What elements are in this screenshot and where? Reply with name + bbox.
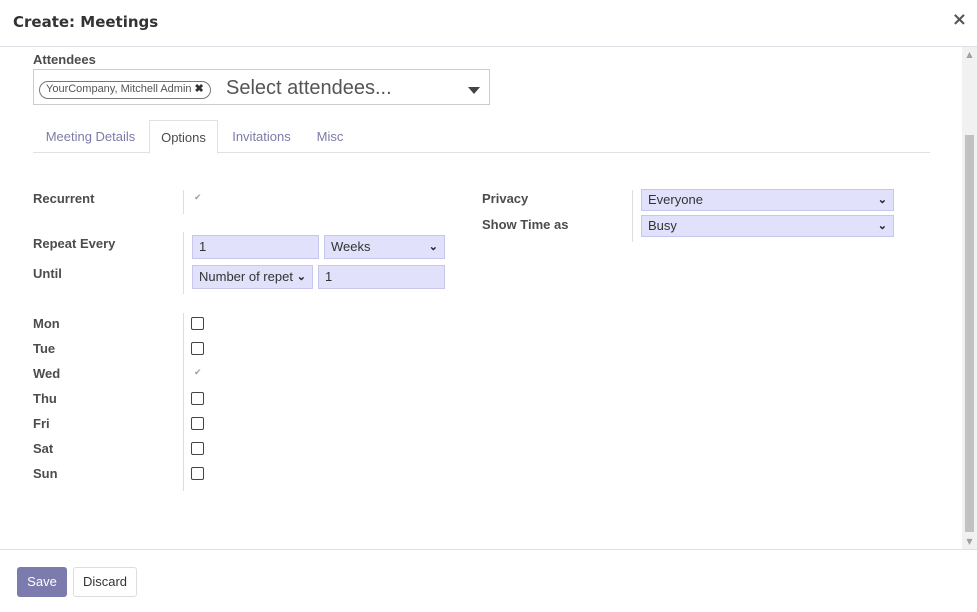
separator bbox=[183, 190, 184, 214]
weekday-checkbox-thu[interactable] bbox=[191, 392, 204, 405]
weekday-label-sat: Sat bbox=[33, 441, 54, 456]
repeat-interval-input[interactable]: 1 bbox=[192, 235, 319, 259]
attendees-field[interactable]: YourCompany, Mitchell Admin ✖ bbox=[33, 69, 490, 105]
chevron-down-icon: ⌄ bbox=[877, 194, 887, 206]
modal-header: Create: Meetings × bbox=[0, 0, 977, 47]
weekday-checkbox-wed[interactable]: ✔ bbox=[194, 368, 202, 378]
modal-body: Attendees YourCompany, Mitchell Admin✖ M… bbox=[0, 47, 977, 549]
weekday-checkbox-sun[interactable] bbox=[191, 467, 204, 480]
weekday-label-wed: Wed bbox=[33, 366, 61, 381]
attendee-tag: YourCompany, Mitchell Admin ✖ bbox=[39, 81, 211, 99]
chevron-down-icon: ⌄ bbox=[428, 241, 438, 253]
separator bbox=[183, 232, 184, 294]
until-label: Until bbox=[33, 266, 62, 281]
show-time-as-label: Show Time as bbox=[482, 217, 569, 232]
separator bbox=[632, 190, 633, 242]
scrollbar[interactable]: ▲ ▼ bbox=[962, 47, 977, 549]
recurrent-checkbox[interactable]: ✔ bbox=[194, 193, 202, 203]
show-time-as-select[interactable]: Busy ⌄ bbox=[641, 215, 894, 237]
weekday-label-sun: Sun bbox=[33, 466, 58, 481]
until-mode-value: Number of repet bbox=[199, 269, 293, 284]
weekday-checkbox-tue[interactable] bbox=[191, 342, 204, 355]
modal-footer: Save Discard bbox=[0, 549, 977, 612]
recurrent-label: Recurrent bbox=[33, 191, 95, 206]
scroll-up-icon[interactable]: ▲ bbox=[962, 47, 977, 62]
privacy-select[interactable]: Everyone ⌄ bbox=[641, 189, 894, 211]
scroll-down-icon[interactable]: ▼ bbox=[962, 534, 977, 549]
weekday-checkbox-mon[interactable] bbox=[191, 317, 204, 330]
weekday-label-mon: Mon bbox=[33, 316, 60, 331]
show-time-as-value: Busy bbox=[648, 218, 677, 233]
privacy-value: Everyone bbox=[648, 192, 703, 207]
tab-meeting-details[interactable]: Meeting Details bbox=[33, 120, 148, 153]
save-button[interactable]: Save bbox=[17, 567, 67, 597]
attendees-search-input[interactable] bbox=[226, 75, 456, 101]
repeat-every-label: Repeat Every bbox=[33, 236, 116, 251]
chevron-down-icon: ⌄ bbox=[296, 271, 306, 283]
chevron-down-icon: ⌄ bbox=[877, 220, 887, 232]
weekday-label-thu: Thu bbox=[33, 391, 57, 406]
tab-options[interactable]: Options bbox=[149, 120, 218, 154]
until-mode-select[interactable]: Number of repet ⌄ bbox=[192, 265, 313, 289]
weekday-checkbox-sat[interactable] bbox=[191, 442, 204, 455]
weekday-label-fri: Fri bbox=[33, 416, 50, 431]
tab-invitations[interactable]: Invitations bbox=[220, 120, 303, 153]
modal-title: Create: Meetings bbox=[13, 13, 159, 31]
until-count-input[interactable]: 1 bbox=[318, 265, 445, 289]
privacy-label: Privacy bbox=[482, 191, 529, 206]
close-icon[interactable]: × bbox=[952, 11, 967, 29]
weekday-checkbox-fri[interactable] bbox=[191, 417, 204, 430]
remove-tag-icon[interactable]: ✖ bbox=[195, 83, 204, 95]
weekday-label-tue: Tue bbox=[33, 341, 56, 356]
tab-misc[interactable]: Misc bbox=[306, 120, 354, 153]
dropdown-caret-icon[interactable] bbox=[468, 87, 480, 94]
separator bbox=[183, 313, 184, 491]
discard-button[interactable]: Discard bbox=[73, 567, 137, 597]
tab-bar: Meeting Details Options Invitations Misc bbox=[33, 120, 930, 154]
attendee-tag-label: YourCompany, Mitchell Admin bbox=[46, 83, 192, 95]
scrollbar-thumb[interactable] bbox=[965, 135, 974, 532]
attendees-label: Attendees bbox=[33, 52, 96, 67]
repeat-unit-select[interactable]: Weeks ⌄ bbox=[324, 235, 445, 259]
repeat-unit-value: Weeks bbox=[331, 239, 371, 254]
